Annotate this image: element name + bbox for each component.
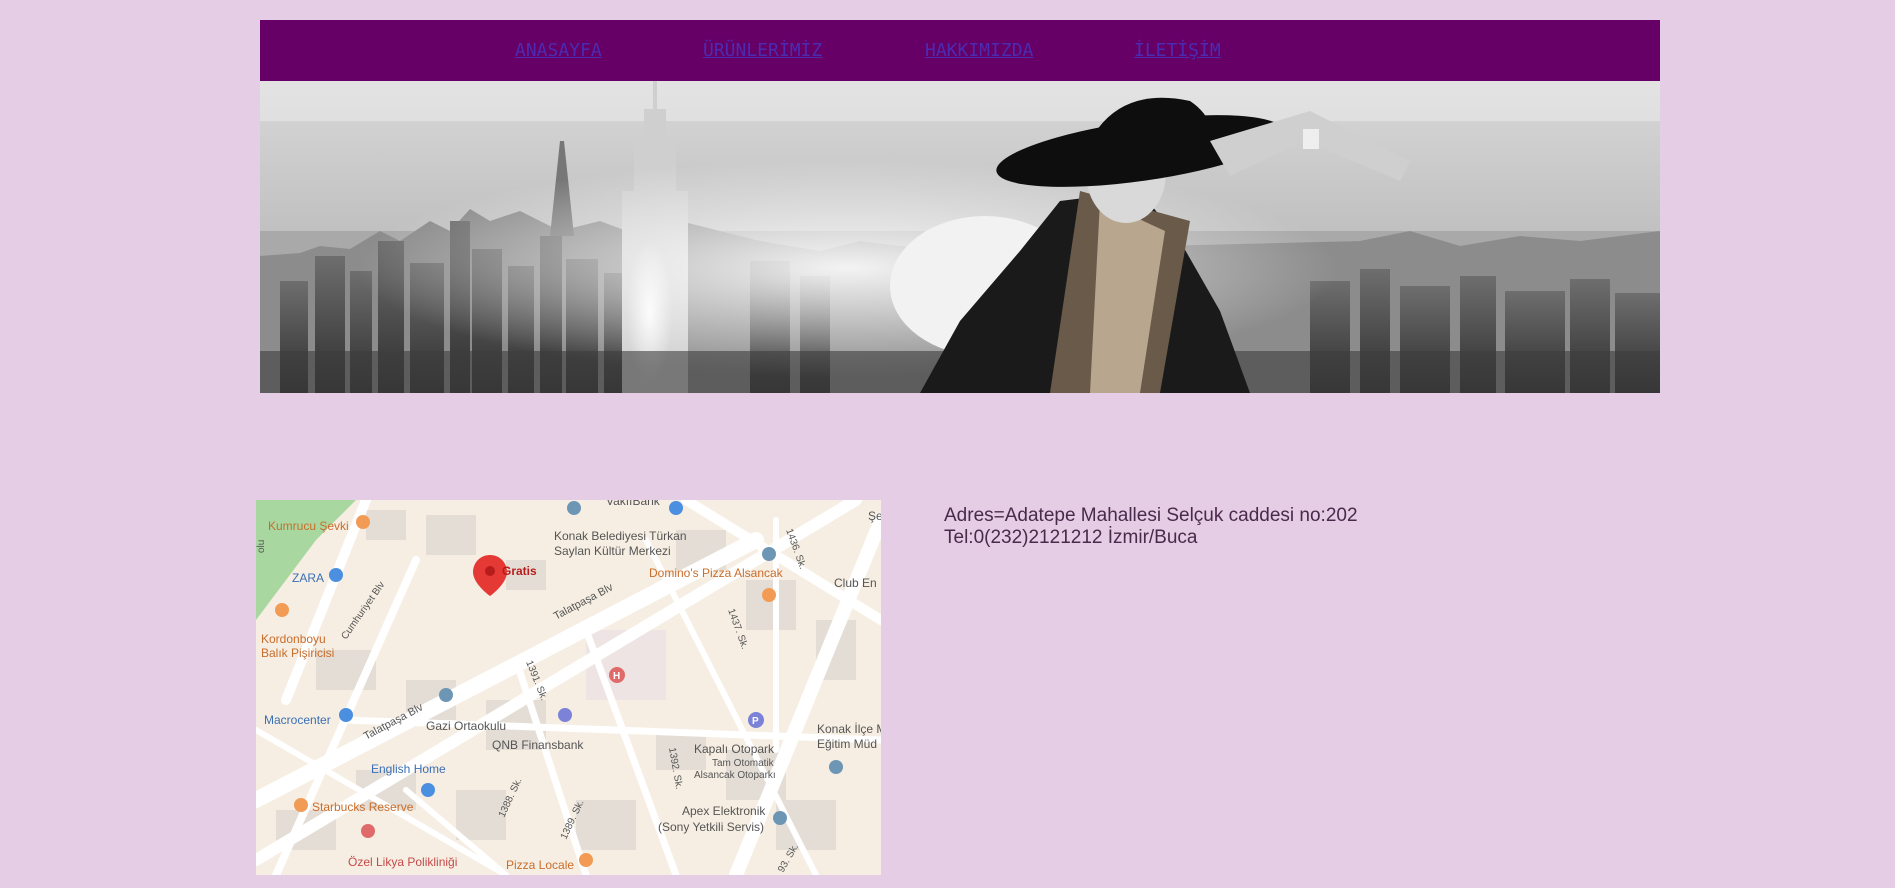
contact-info: Adres=Adatepe Mahallesi Selçuk caddesi n… [944, 505, 1358, 549]
map-label: Kumrucu Şevki [268, 519, 349, 533]
map-label: Özel Likya Polikliniği [348, 855, 457, 869]
map-label: Starbucks Reserve [312, 800, 414, 814]
map-label: Saylan Kültür Merkezi [554, 544, 671, 558]
map-label: VakıfBank [606, 500, 661, 508]
map-label: olu [256, 540, 267, 553]
map-label: Pizza Locale [506, 858, 574, 872]
parking-icon: P [752, 716, 759, 727]
map-label: Konak İlçe M [817, 722, 881, 736]
map-label: Kordonboyu [261, 632, 326, 646]
map-label: Gratis [502, 564, 537, 578]
nav-link-hakkimizda[interactable]: HAKKIMIZDA [925, 39, 1033, 63]
map-label: Balık Pişiricisi [261, 646, 334, 660]
map-label: Eğitim Müd [817, 737, 877, 751]
map-label: Macrocenter [264, 713, 331, 727]
address-text: Adres=Adatepe Mahallesi Selçuk caddesi n… [944, 505, 1358, 526]
map-label: Domino's Pizza Alsancak [649, 566, 784, 580]
map-label: QNB Finansbank [492, 738, 584, 752]
map-label: Gazi Ortaokulu [426, 719, 506, 733]
map-label: Tam Otomatik [712, 758, 775, 769]
top-nav: ANASAYFA ÜRÜNLERİMİZ HAKKIMIZDA İLETİŞİM [260, 20, 1660, 81]
nav-link-urunlerimiz[interactable]: ÜRÜNLERİMİZ [703, 39, 822, 63]
hero-banner-image [260, 81, 1660, 393]
map-label: (Sony Yetkili Servis) [658, 820, 764, 834]
map-label: English Home [371, 762, 446, 776]
nav-link-anasayfa[interactable]: ANASAYFA [515, 39, 602, 63]
map-label: Apex Elektronik [682, 804, 766, 818]
map-label: Kapalı Otopark [694, 742, 775, 756]
hospital-icon: H [613, 671, 620, 682]
map-label: Club En [834, 576, 877, 590]
map-label: Alsancak Otoparkı [694, 770, 776, 781]
nav-link-iletisim[interactable]: İLETİŞİM [1134, 39, 1221, 63]
phone-text: Tel:0(232)2121212 İzmir/Buca [944, 527, 1198, 548]
location-map[interactable]: Kumrucu Şevki ZARA VakıfBank Konak Beled… [256, 500, 881, 875]
map-label: Konak Belediyesi Türkan [554, 529, 687, 543]
map-label: Şe [868, 509, 881, 523]
map-label: ZARA [292, 571, 324, 585]
